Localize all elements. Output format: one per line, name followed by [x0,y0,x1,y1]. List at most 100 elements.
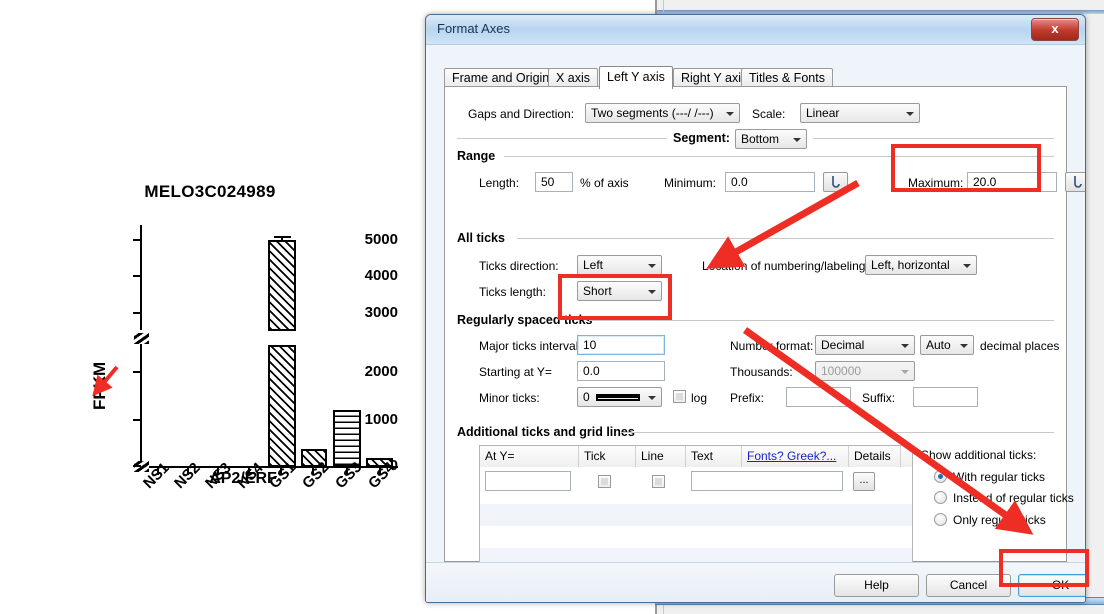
thousands-select[interactable]: 100000 [815,361,915,381]
gaps-and-direction-select[interactable]: Two segments (---/ /---) [585,103,740,123]
bar-gs1-upper [268,240,296,331]
close-icon[interactable]: x [1031,18,1079,41]
minimum-input[interactable]: 0.0 [725,172,815,192]
dialog-footer: Help Cancel OK [426,562,1085,602]
chart-x-axis-label: AP2/ERF [209,470,277,487]
y-tick-label-3000: 3000 [364,304,398,321]
regular-ticks-rule [589,320,1054,321]
text-input[interactable] [691,471,843,491]
help-button[interactable]: Help [834,574,919,597]
y-tick-label-4000: 4000 [364,267,398,284]
radio-with-regular-ticks[interactable] [934,470,947,483]
bar-gs1-error-stem [281,236,283,242]
tab-frame-and-origin[interactable]: Frame and Origin [444,68,558,87]
maximum-label: Maximum: [908,176,964,190]
at-y-input[interactable] [485,471,571,491]
chart-y-axis-label: FPKM [90,361,109,410]
gaps-and-direction-label: Gaps and Direction: [468,107,575,121]
chevron-down-icon [648,290,656,294]
radio-instead-of-regular-ticks[interactable] [934,491,947,504]
minor-ticks-label: Minor ticks: [479,391,540,405]
log-label: log [691,391,708,405]
axis-break-upper-icon [134,333,149,344]
ticks-length-value: Short [583,284,612,298]
ticks-length-label: Ticks length: [479,285,546,299]
major-ticks-interval-input[interactable]: 10 [577,335,665,355]
y-axis-lower [140,343,142,468]
table-header-row: At Y= Tick Line Text Fonts? Greek?... De… [480,446,912,468]
bar-gs1-lower [268,345,296,467]
y-tick-5000 [133,239,141,241]
line-checkbox[interactable] [652,475,665,488]
ticks-length-select[interactable]: Short [577,281,662,301]
number-format-select[interactable]: Decimal [815,335,915,355]
details-button[interactable]: ... [853,472,875,491]
table-col-text[interactable]: Text [686,446,742,467]
starting-at-y-input[interactable]: 0.0 [577,361,665,381]
decimal-places-select[interactable]: Auto [920,335,974,355]
regular-ticks-group-title: Regularly spaced ticks [457,313,598,327]
dialog-titlebar: Format Axes x [426,15,1085,45]
prefix-input[interactable] [786,387,851,407]
chevron-down-icon [906,112,914,116]
chart-plot-area: FPKM 5000 4000 3000 2000 1000 0 NS1 NS2 … [90,225,398,603]
segment-rule-left [457,138,667,139]
table-row [480,526,912,548]
length-label: Length: [479,176,520,190]
decimal-places-label: decimal places [980,339,1060,353]
tab-page-left-y-axis: Gaps and Direction: Two segments (---/ /… [444,86,1085,592]
log-checkbox[interactable] [673,390,686,403]
y-tick-0 [133,465,141,467]
additional-ticks-group-title: Additional ticks and grid lines [457,425,640,439]
y-tick-1000 [133,419,141,421]
table-col-details[interactable]: Details [849,446,901,467]
bar-chart: MELO3C024989 FPKM 5000 4000 3000 2000 10… [0,170,420,500]
dialog-client-area: Frame and Origin X axis Left Y axis Righ… [436,48,1085,592]
bar-gs3 [333,410,361,467]
location-of-numbering-select[interactable]: Left, horizontal [865,255,977,275]
decimal-places-value: Auto [926,338,951,352]
segment-select[interactable]: Bottom [735,129,807,149]
minimum-label: Minimum: [664,176,717,190]
tick-checkbox[interactable] [598,475,611,488]
all-ticks-group-title: All ticks [457,231,510,245]
tab-left-y-axis[interactable]: Left Y axis [599,66,673,89]
cancel-button[interactable]: Cancel [926,574,1011,597]
minimum-spinner-icon[interactable] [823,172,848,192]
ticks-direction-value: Left [583,258,604,272]
location-of-numbering-label: Location of numbering/labeling: [702,259,869,273]
location-of-numbering-value: Left, horizontal [871,258,950,272]
number-format-value: Decimal [821,338,865,352]
scale-label: Scale: [752,107,786,121]
ticks-direction-label: Ticks direction: [479,259,559,273]
radio-only-regular-ticks[interactable] [934,513,947,526]
maximum-spinner-icon[interactable] [1065,172,1085,192]
table-col-line[interactable]: Line [636,446,686,467]
y-tick-3000 [133,312,141,314]
prefix-label: Prefix: [730,391,765,405]
ok-button[interactable]: OK [1018,574,1085,597]
suffix-label: Suffix: [862,391,896,405]
scale-select[interactable]: Linear [800,103,920,123]
table-col-tick[interactable]: Tick [579,446,636,467]
minor-ticks-value: 0 [583,390,590,404]
chevron-down-icon [960,344,968,348]
gaps-and-direction-value: Two segments (---/ /---) [591,106,714,120]
tab-x-axis[interactable]: X axis [548,68,599,87]
segment-rule-right [813,138,1054,139]
minor-ticks-select[interactable]: 0 [577,387,662,407]
length-input[interactable]: 50 [535,172,573,192]
chevron-down-icon [901,344,909,348]
additional-ticks-rule [621,432,1054,433]
maximum-input[interactable]: 20.0 [967,172,1057,192]
table-col-fonts-greek-link[interactable]: Fonts? Greek?... [742,446,849,467]
suffix-input[interactable] [913,387,978,407]
chart-title: MELO3C024989 [144,182,276,201]
table-col-at-y[interactable]: At Y= [480,446,579,467]
y-tick-label-1000: 1000 [364,411,398,428]
tab-titles-and-fonts[interactable]: Titles & Fonts [741,68,833,87]
ticks-direction-select[interactable]: Left [577,255,662,275]
thousands-label: Thousands: [730,365,793,379]
chevron-down-icon [726,112,734,116]
thousands-value: 100000 [821,364,862,378]
